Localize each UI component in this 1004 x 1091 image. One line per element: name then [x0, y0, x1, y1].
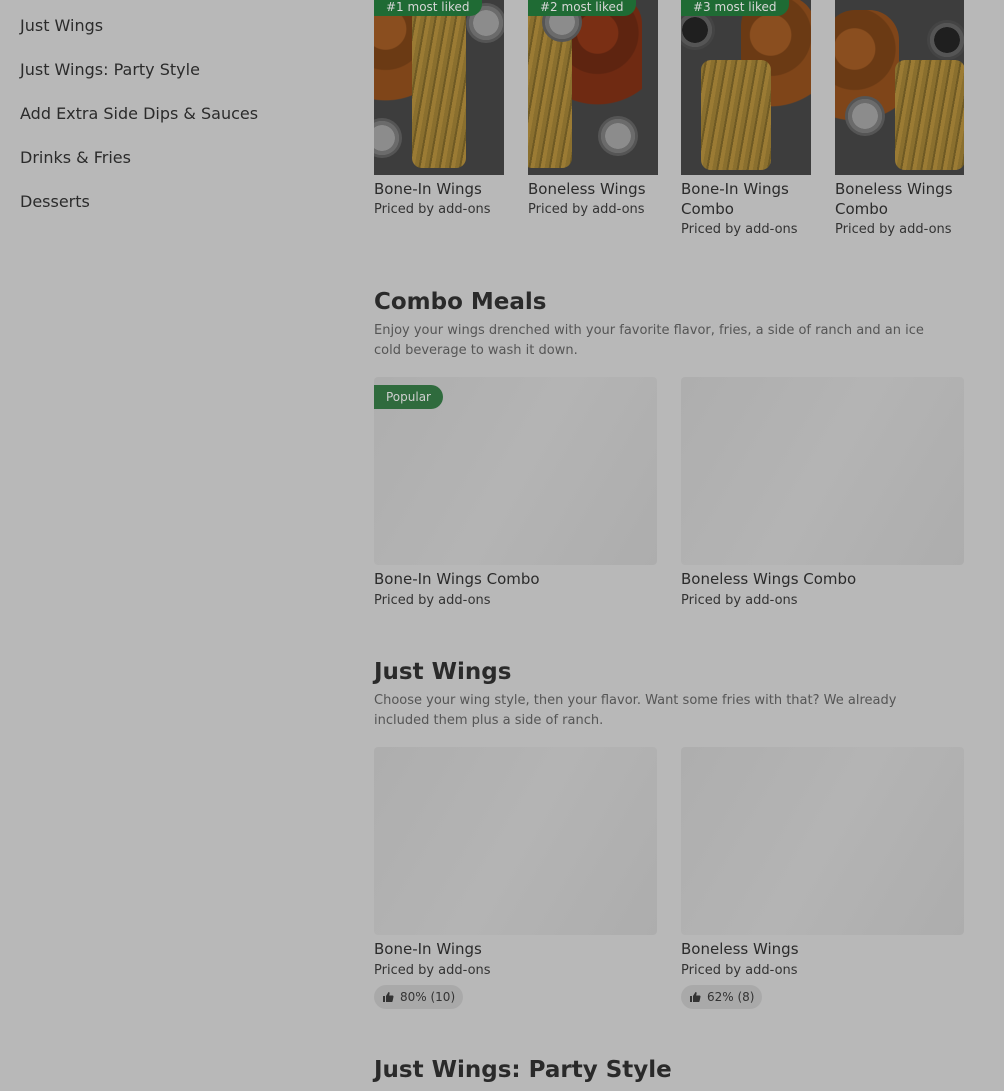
item-title: Bone-In Wings — [374, 940, 482, 958]
item-title: Bone-In Wings Combo — [681, 180, 789, 218]
item-title: Boneless Wings — [528, 180, 646, 198]
rating-text: 62% (8) — [707, 990, 755, 1004]
thumbs-up-icon — [690, 992, 701, 1002]
section-description: Enjoy your wings drenched with your favo… — [374, 323, 924, 358]
thumbs-up-icon — [383, 992, 394, 1002]
item-price: Priced by add-ons — [835, 222, 952, 237]
menu-item-card[interactable]: Bone-In Wings Priced by add-ons 80% (10) — [374, 747, 657, 1009]
sidebar-item-desserts[interactable]: Desserts — [20, 192, 90, 211]
sidebar-item-add-extra-side-dips[interactable]: Add Extra Side Dips & Sauces — [20, 104, 258, 123]
item-image: Popular — [374, 377, 657, 565]
item-price: Priced by add-ons — [681, 222, 798, 237]
rating-text: 80% (10) — [400, 990, 456, 1004]
menu-item-card[interactable]: Boneless Wings Priced by add-ons 62% (8) — [681, 747, 964, 1009]
section-description: Choose your wing style, then your flavor… — [374, 693, 897, 728]
sidebar-item-just-wings-party-style[interactable]: Just Wings: Party Style — [20, 60, 200, 79]
item-title: Bone-In Wings Combo — [374, 570, 540, 588]
item-price: Priced by add-ons — [681, 593, 798, 608]
item-image — [374, 747, 657, 935]
carousel-item[interactable]: Boneless Wings Combo Priced by add-ons — [835, 0, 964, 239]
sidebar-item-just-wings[interactable]: Just Wings — [20, 16, 103, 35]
carousel-item[interactable]: #3 most liked Bone-In Wings Combo Priced… — [681, 0, 811, 239]
carousel-item[interactable]: #2 most liked Boneless Wings Priced by a… — [528, 0, 658, 219]
menu-item-card[interactable]: Popular Bone-In Wings Combo Priced by ad… — [374, 377, 657, 611]
item-title: Boneless Wings Combo — [835, 180, 953, 218]
sidebar-item-drinks-fries[interactable]: Drinks & Fries — [20, 148, 131, 167]
item-title: Boneless Wings Combo — [681, 570, 857, 588]
most-liked-badge: #2 most liked — [528, 0, 636, 16]
section-title-combo-meals: Combo Meals — [374, 289, 547, 315]
most-liked-badge: #3 most liked — [681, 0, 789, 16]
most-liked-badge: #1 most liked — [374, 0, 482, 16]
rating-badge: 80% (10) — [374, 985, 464, 1009]
item-image: #2 most liked — [528, 0, 658, 175]
item-price: Priced by add-ons — [528, 202, 645, 217]
item-price: Priced by add-ons — [374, 593, 491, 608]
item-image — [835, 0, 964, 175]
item-image: #3 most liked — [681, 0, 811, 175]
item-title: Boneless Wings — [681, 940, 799, 958]
item-image: #1 most liked — [374, 0, 504, 175]
section-title-party-style: Just Wings: Party Style — [374, 1057, 672, 1083]
popular-badge: Popular — [374, 385, 443, 409]
item-price: Priced by add-ons — [681, 963, 798, 978]
item-price: Priced by add-ons — [374, 963, 491, 978]
rating-badge: 62% (8) — [681, 985, 763, 1009]
item-price: Priced by add-ons — [374, 202, 491, 217]
item-title: Bone-In Wings — [374, 180, 482, 198]
menu-item-card[interactable]: Boneless Wings Combo Priced by add-ons — [681, 377, 964, 611]
most-liked-carousel: #1 most liked Bone-In Wings Priced by ad… — [374, 0, 964, 260]
item-image — [681, 377, 964, 565]
item-image — [681, 747, 964, 935]
section-title-just-wings: Just Wings — [374, 659, 512, 685]
carousel-item[interactable]: #1 most liked Bone-In Wings Priced by ad… — [374, 0, 504, 219]
